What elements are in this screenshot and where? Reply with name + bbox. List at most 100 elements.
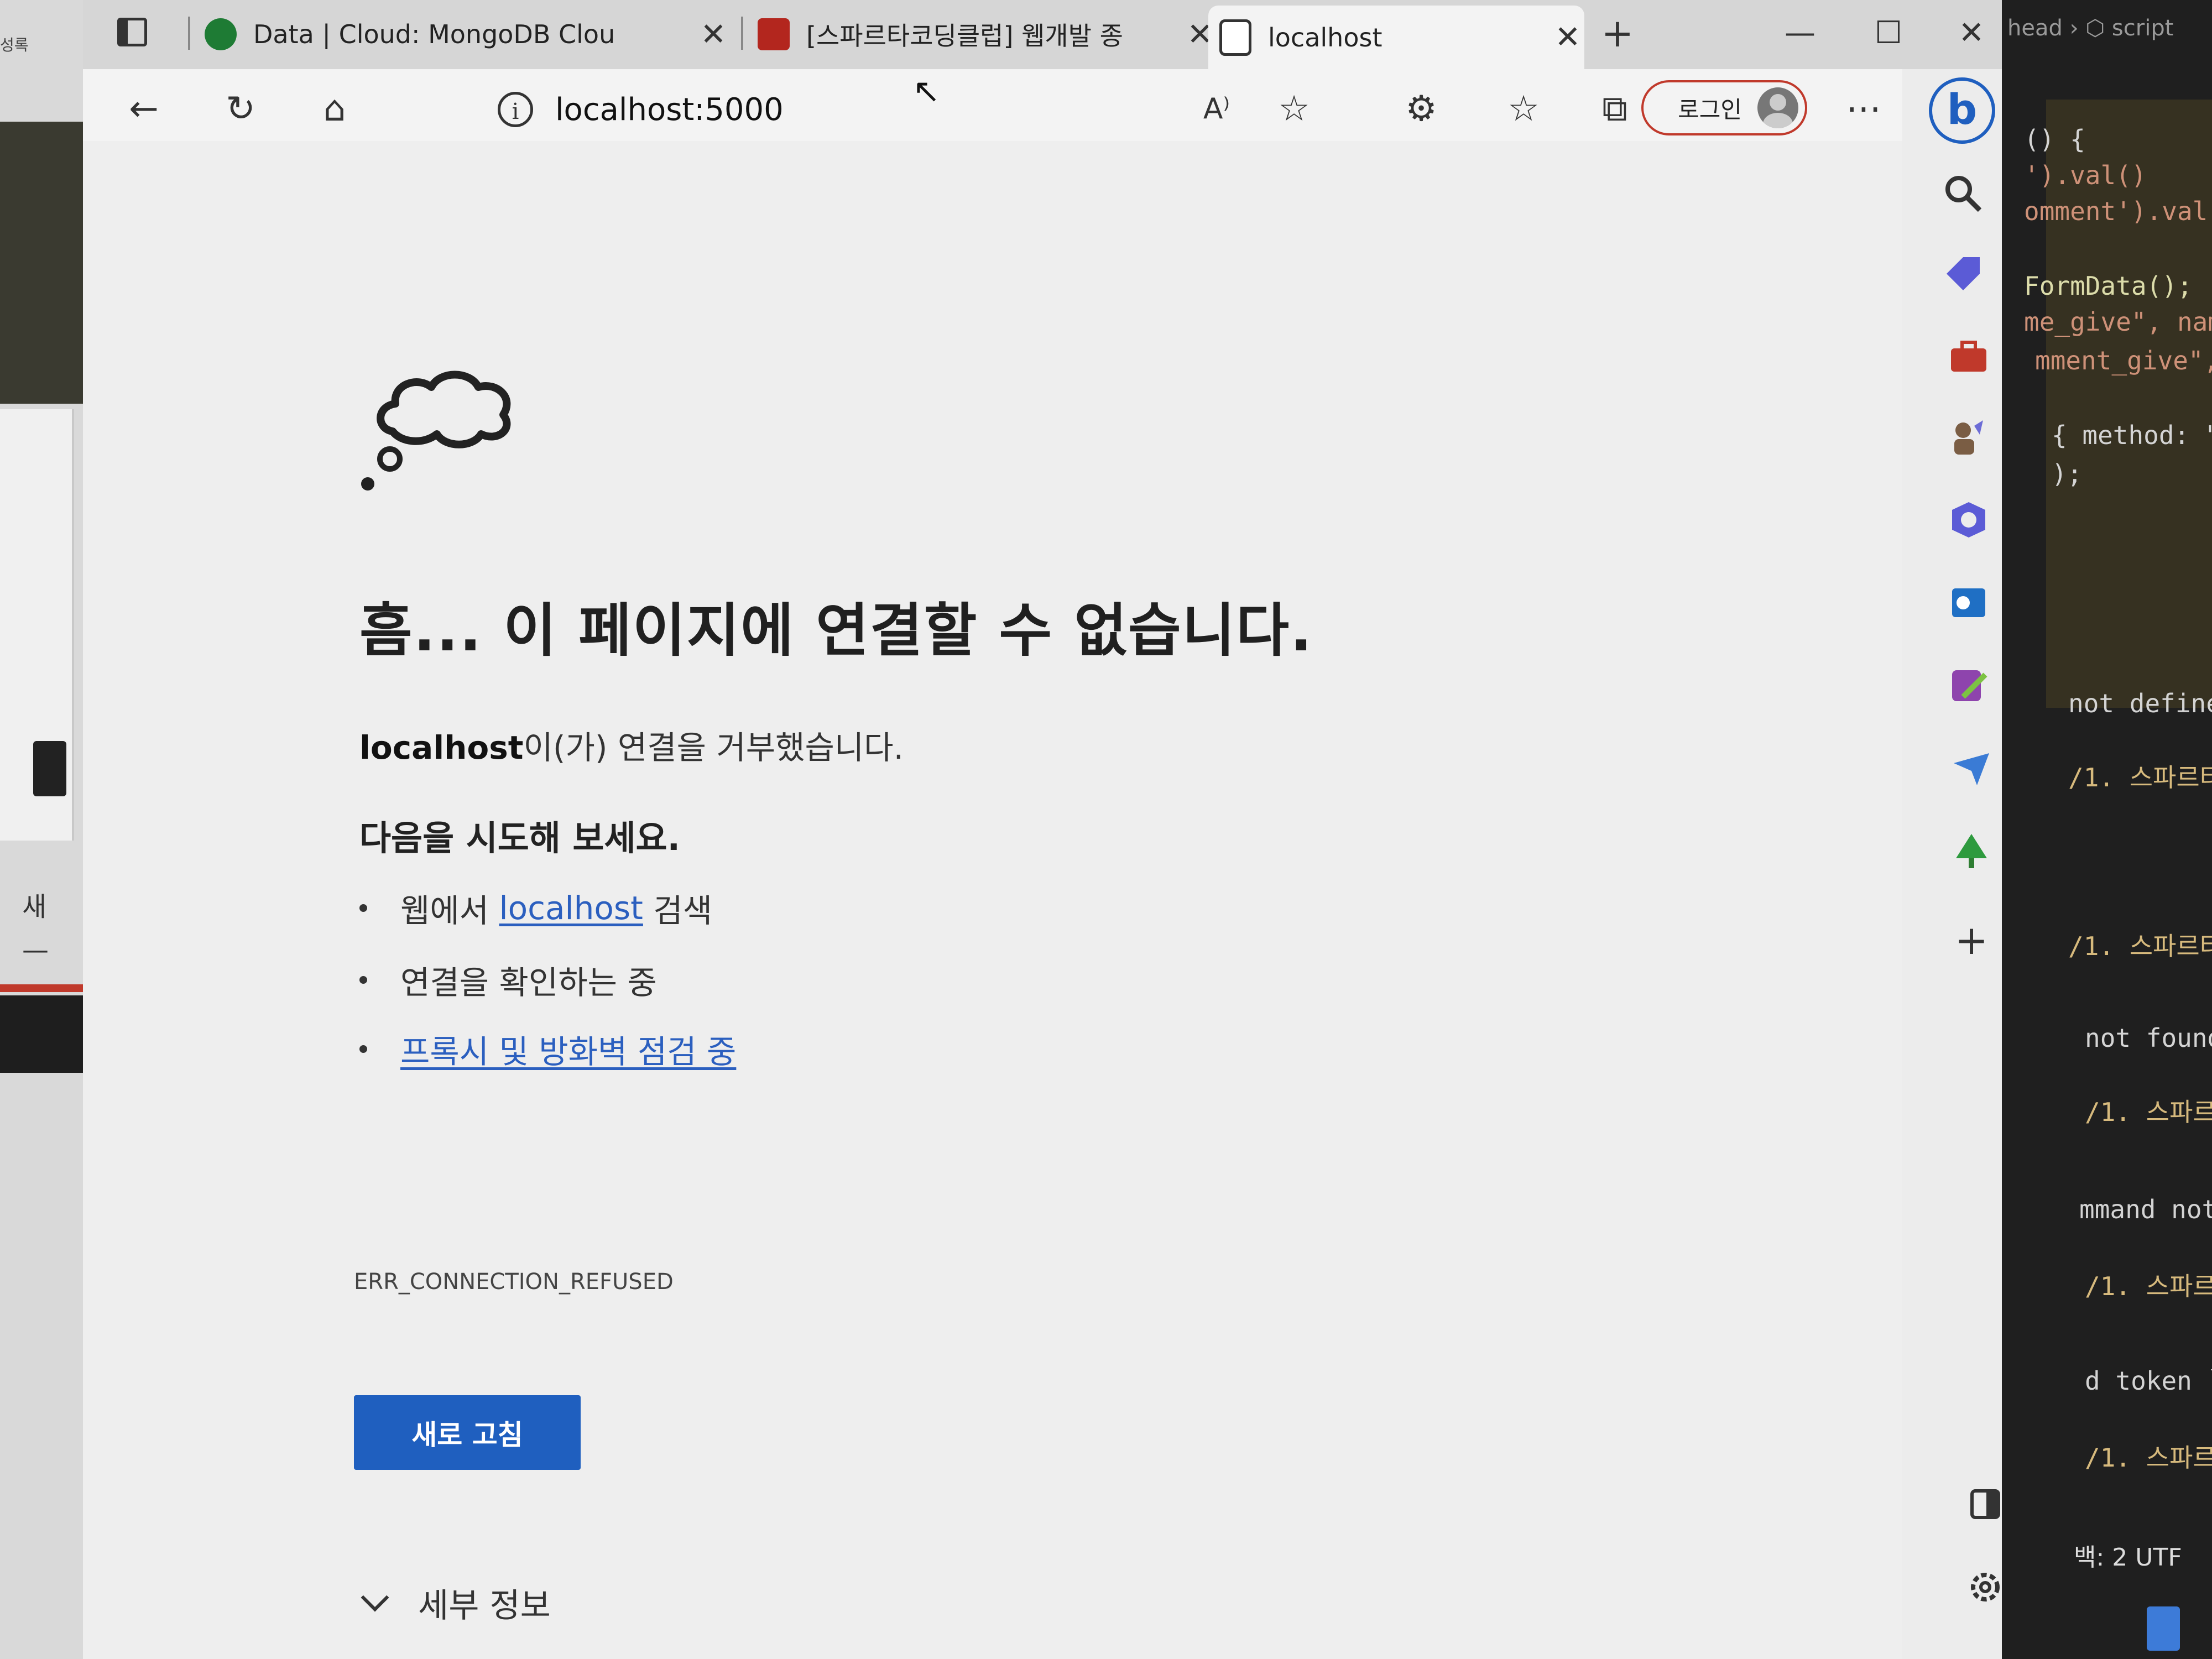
mongodb-leaf-icon: [205, 18, 237, 50]
designer-icon[interactable]: [1947, 664, 1991, 708]
background-window-text: —: [22, 935, 49, 966]
background-window-dark-block: [0, 122, 83, 404]
collections-icon[interactable]: ⧉: [1593, 87, 1637, 131]
background-window-label: 성록: [0, 36, 29, 54]
tab-title: localhost: [1268, 22, 1383, 53]
tab-title: Data | Cloud: MongoDB Clou: [253, 19, 615, 49]
reload-button[interactable]: 새로 고침: [354, 1395, 581, 1470]
suggestions-heading: 다음을 시도해 보세요.: [359, 818, 681, 858]
code-line: mment_give",: [2035, 346, 2212, 375]
thought-cloud-icon: [361, 371, 511, 491]
site-info-icon[interactable]: i: [498, 92, 533, 127]
tab-close-icon[interactable]: ✕: [1551, 19, 1584, 55]
profile-login-button[interactable]: 로그인: [1641, 80, 1807, 135]
code-line: { method: ": [2052, 420, 2212, 450]
tab-separator: [741, 17, 743, 50]
close-window-button[interactable]: ✕: [1941, 11, 2002, 55]
tree-icon[interactable]: [1949, 830, 1994, 874]
background-window-accent-line: [0, 984, 83, 992]
code-line: /1. 스파르타: [2068, 931, 2212, 961]
refresh-icon[interactable]: ↻: [218, 87, 263, 131]
background-window-button: [33, 741, 66, 796]
code-line: /1. 스파르: [2085, 1443, 2212, 1473]
search-localhost-link[interactable]: localhost: [499, 889, 643, 927]
avatar: [1757, 87, 1798, 128]
browser-toolbar: ← ↻ ⌂ i localhost:5000 A⁾ ☆ ⚙ ☆ ⧉ 로그인 ⋯: [83, 69, 2002, 141]
suggestion-text: 연결을 확인하는 중: [400, 964, 657, 1001]
tab-mongodb[interactable]: Data | Cloud: MongoDB Clou ✕: [194, 7, 730, 62]
details-label: 세부 정보: [418, 1587, 551, 1625]
chevron-down-icon: [361, 1583, 389, 1611]
code-line: mmand not: [2079, 1194, 2212, 1224]
error-code: ERR_CONNECTION_REFUSED: [354, 1269, 674, 1295]
tab-localhost[interactable]: localhost ✕: [1208, 6, 1584, 69]
editor-breadcrumb: head › ⬡ script: [2007, 15, 2174, 41]
office-icon[interactable]: [1947, 498, 1991, 542]
error-description: localhost이(가) 연결을 거부했습니다.: [359, 722, 904, 768]
tab-actions-button[interactable]: [111, 12, 149, 51]
code-line: me_give", nam: [2024, 307, 2212, 337]
background-code-editor: head › ⬡ script () {').val() omment').val…: [2002, 0, 2212, 1659]
code-line: );: [2052, 459, 2083, 489]
shopping-tag-icon[interactable]: [1941, 252, 1985, 296]
code-line: d token `: [2085, 1366, 2212, 1396]
bullet: [359, 1045, 367, 1053]
background-window-dark-panel: [0, 995, 83, 1073]
send-icon[interactable]: [1949, 747, 1994, 791]
proxy-firewall-link[interactable]: 프록시 및 방화벽 점검 중: [400, 1026, 736, 1072]
suggestion-proxy-firewall: 프록시 및 방화벽 점검 중: [359, 1026, 736, 1072]
split-screen-icon[interactable]: [1963, 1482, 2007, 1526]
tab-title: [스파르타코딩클럽] 웹개발 종: [806, 21, 1123, 51]
code-line: FormData();: [2024, 271, 2193, 301]
tab-separator: [188, 17, 190, 50]
tab-sparta-coding[interactable]: [스파르타코딩클럽] 웹개발 종 ✕: [747, 7, 1217, 62]
page-title: 흠... 이 페이지에 연결할 수 없습니다.: [359, 597, 1313, 664]
vertical-tabs-icon: [117, 18, 147, 46]
code-line: /1. 스파르타: [2068, 763, 2212, 792]
url-text[interactable]: localhost:5000: [555, 92, 784, 128]
editor-highlight-area: [2046, 100, 2212, 708]
maximize-button[interactable]: ☐: [1858, 11, 1919, 55]
extensions-icon[interactable]: ⚙: [1399, 87, 1443, 131]
home-icon[interactable]: ⌂: [312, 87, 357, 131]
suggestion-check-connection: 연결을 확인하는 중: [359, 957, 657, 1003]
add-icon[interactable]: +: [1949, 918, 1994, 962]
read-aloud-icon[interactable]: A⁾: [1194, 87, 1239, 131]
settings-icon[interactable]: [1963, 1565, 2007, 1609]
outlook-icon[interactable]: [1947, 581, 1991, 625]
editor-status-bar: 백: 2 UTF: [2074, 1543, 2182, 1572]
background-window-text: 새: [22, 891, 47, 922]
minimize-button[interactable]: —: [1770, 11, 1830, 55]
search-icon[interactable]: [1941, 171, 1985, 216]
tab-close-icon[interactable]: ✕: [697, 17, 730, 53]
code-line: /1. 스파르: [2085, 1271, 2212, 1301]
suggestion-text: 웹에서: [400, 892, 489, 930]
bullet: [359, 976, 367, 984]
favorites-icon[interactable]: ☆: [1501, 87, 1546, 131]
details-toggle[interactable]: 세부 정보: [359, 1579, 551, 1627]
bullet: [359, 904, 367, 912]
code-line: not defined: [2068, 688, 2212, 718]
code-line: /1. 스파르: [2085, 1097, 2212, 1127]
error-page: 흠... 이 페이지에 연결할 수 없습니다. localhost이(가) 연결…: [83, 141, 1902, 1659]
games-icon[interactable]: [1947, 415, 1991, 459]
mouse-pointer-icon: ↖: [912, 72, 941, 111]
browser-window: Data | Cloud: MongoDB Clou ✕ [스파르타코딩클럽] …: [83, 0, 2002, 1659]
broken-page-icon: [1219, 19, 1251, 56]
toolbox-icon[interactable]: [1947, 335, 1991, 379]
background-window-left: 성록 새 —: [0, 0, 83, 1659]
copilot-icon[interactable]: b: [1929, 77, 1995, 144]
more-options-icon[interactable]: ⋯: [1841, 87, 1886, 131]
editor-file-icon: [2147, 1606, 2180, 1651]
host-name: localhost: [359, 729, 524, 766]
tab-bar: Data | Cloud: MongoDB Clou ✕ [스파르타코딩클럽] …: [83, 0, 2002, 69]
address-bar[interactable]: i localhost:5000: [404, 85, 1288, 134]
sparta-favicon-icon: [758, 18, 790, 50]
back-icon[interactable]: ←: [122, 87, 166, 131]
add-favorite-icon[interactable]: ☆: [1272, 87, 1316, 131]
code-line: omment').val(: [2024, 196, 2212, 226]
code-line: not found: [2085, 1023, 2212, 1053]
new-tab-button[interactable]: +: [1595, 11, 1640, 55]
code-line: () {: [2024, 124, 2085, 154]
suggestion-text: 검색: [653, 892, 713, 930]
